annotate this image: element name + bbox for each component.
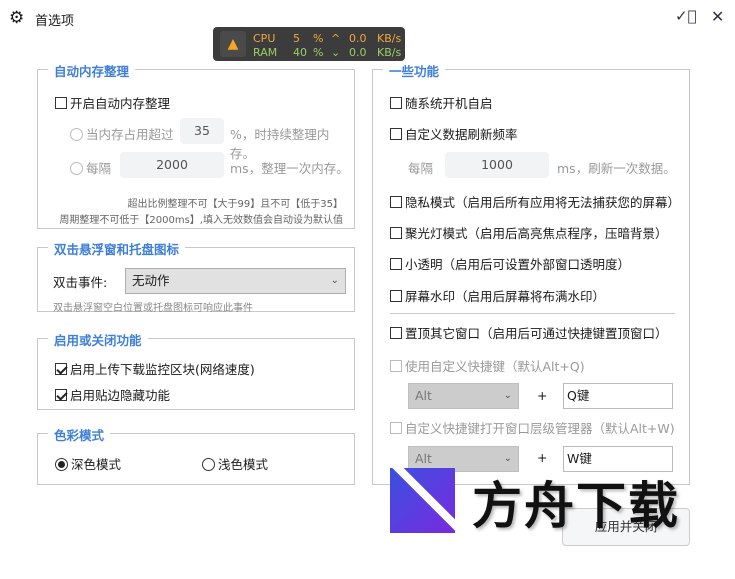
- monitor-widget: ▲ CPU 5 % ^ 0.0 KB/s RAM 40 % ⌄ 0.0 KB/s: [213, 27, 405, 61]
- label: 随系统开机自启: [405, 96, 493, 111]
- toggles-group: 启用或关闭功能 启用上传下载监控区块(网络速度) 启用贴边隐藏功能: [37, 330, 355, 410]
- label: 隐私模式（启用后所有应用将无法捕获您的屏幕）: [405, 195, 681, 210]
- memory-group: 自动内存整理 开启自动内存整理 当内存占用超过 35 %，时持续整理内存。 每隔…: [37, 61, 355, 229]
- group-title: 双击悬浮窗和托盘图标: [48, 239, 186, 258]
- watermark-logo-text: 方舟下载: [472, 477, 680, 535]
- label: 自定义数据刷新频率: [405, 127, 518, 142]
- ratio-input[interactable]: 35: [180, 118, 224, 144]
- hotkey1-key-input[interactable]: Q键: [563, 383, 673, 409]
- ratio-suffix: %，时持续整理内存。: [230, 127, 330, 161]
- interval-suffix: ms，整理一次内存。: [230, 161, 349, 176]
- selected-value: Alt: [415, 388, 432, 403]
- refresh-input[interactable]: 1000: [445, 152, 549, 178]
- plus-label: +: [537, 388, 548, 403]
- enable-memory-checkbox[interactable]: 开启自动内存整理: [55, 93, 170, 112]
- selected-value: Alt: [415, 451, 432, 466]
- edge-hide-checkbox[interactable]: 启用贴边隐藏功能: [55, 385, 170, 404]
- label: 深色模式: [71, 457, 122, 472]
- group-title: 色彩模式: [48, 425, 111, 444]
- ratio-radio[interactable]: 当内存占用超过: [70, 124, 174, 143]
- label: 启用上传下载监控区块(网络速度): [70, 362, 255, 377]
- hint-interval: 周期整理不可低于【2000ms】,填入无效数值会自动设为默认值: [59, 215, 343, 226]
- label: 启用贴边隐藏功能: [70, 388, 171, 403]
- dark-mode-radio[interactable]: 深色模式: [55, 454, 121, 473]
- chevron-down-icon: ⌄: [330, 275, 339, 286]
- label: 每隔: [86, 161, 112, 176]
- hotkey1-checkbox[interactable]: 使用自定义快捷键（默认Alt+Q): [390, 356, 585, 375]
- dblclick-label: 双击事件:: [53, 275, 108, 290]
- label: 浅色模式: [218, 457, 269, 472]
- upload-arrow-icon: ^: [331, 32, 341, 45]
- watermark-checkbox[interactable]: 屏幕水印（启用后屏幕将布满水印）: [390, 286, 605, 305]
- refresh-suffix: ms，刷新一次数据。: [557, 161, 676, 176]
- label: 屏幕水印（启用后屏幕将布满水印）: [405, 289, 606, 304]
- group-title: 自动内存整理: [48, 61, 136, 80]
- spotlight-checkbox[interactable]: 聚光灯模式（启用后高亮焦点程序，压暗背景）: [390, 223, 668, 242]
- close-icon[interactable]: ✕: [711, 7, 724, 26]
- interval-radio[interactable]: 每隔: [70, 158, 111, 177]
- download-value: 0.0: [349, 46, 367, 59]
- download-unit: KB/s: [377, 46, 402, 59]
- ram-label: RAM: [253, 46, 278, 59]
- dblclick-group: 双击悬浮窗和托盘图标 双击事件: 无动作 ⌄ 双击悬浮窗空白位置或托盘图标可响应此…: [37, 239, 355, 314]
- network-monitor-checkbox[interactable]: 启用上传下载监控区块(网络速度): [55, 359, 255, 378]
- group-title: 启用或关闭功能: [48, 330, 148, 349]
- watermark-logo-icon: [390, 468, 455, 533]
- features-group: 一些功能 随系统开机自启 自定义数据刷新频率 每隔 1000 ms，刷新一次数据…: [372, 61, 690, 485]
- download-arrow-icon: ⌄: [331, 46, 341, 59]
- label: 使用自定义快捷键（默认Alt+Q): [405, 359, 585, 374]
- dblclick-hint: 双击悬浮窗空白位置或托盘图标可响应此事件: [53, 303, 253, 314]
- label: 置顶其它窗口（启用后可通过快捷键置顶窗口）: [405, 326, 668, 341]
- transparent-checkbox[interactable]: 小透明（启用后可设置外部窗口透明度）: [390, 254, 630, 273]
- verified-badge-icon[interactable]: ✓⃝: [675, 7, 697, 25]
- interval-input[interactable]: 2000: [120, 152, 224, 178]
- label: 当内存占用超过: [86, 127, 174, 142]
- ram-value: 40: [293, 46, 307, 59]
- cpu-label: CPU: [253, 32, 276, 45]
- light-mode-radio[interactable]: 浅色模式: [202, 454, 268, 473]
- label: 开启自动内存整理: [70, 96, 171, 111]
- refresh-prefix: 每隔: [408, 161, 434, 176]
- plus-label: +: [537, 450, 548, 465]
- label: 自定义快捷键打开窗口层级管理器（默认Alt+W): [405, 421, 675, 436]
- gear-icon: ⚙: [9, 8, 25, 28]
- hotkey1-modifier-select[interactable]: Alt ⌄: [408, 383, 519, 409]
- cpu-value: 5: [293, 32, 300, 45]
- autostart-checkbox[interactable]: 随系统开机自启: [390, 93, 493, 112]
- window-title: 首选项: [35, 14, 75, 29]
- dblclick-select[interactable]: 无动作 ⌄: [125, 268, 346, 294]
- hotkey2-checkbox[interactable]: 自定义快捷键打开窗口层级管理器（默认Alt+W): [390, 418, 675, 437]
- rocket-icon[interactable]: ▲: [220, 31, 246, 57]
- ram-unit: %: [313, 46, 324, 59]
- privacy-checkbox[interactable]: 隐私模式（启用后所有应用将无法捕获您的屏幕）: [390, 192, 680, 211]
- label: 小透明（启用后可设置外部窗口透明度）: [405, 257, 631, 272]
- selected-value: 无动作: [132, 273, 170, 288]
- label: 聚光灯模式（启用后高亮焦点程序，压暗背景）: [405, 226, 668, 241]
- divider: [390, 313, 675, 314]
- color-group: 色彩模式 深色模式 浅色模式: [37, 425, 355, 485]
- cpu-unit: %: [313, 32, 324, 45]
- chevron-down-icon: ⌄: [503, 390, 512, 401]
- upload-unit: KB/s: [377, 32, 402, 45]
- group-title: 一些功能: [383, 61, 446, 80]
- hint-ratio: 超出比例整理不可【大于99】且不可【低于35】: [127, 199, 343, 210]
- topmost-checkbox[interactable]: 置顶其它窗口（启用后可通过快捷键置顶窗口）: [390, 323, 668, 342]
- upload-value: 0.0: [349, 32, 367, 45]
- refresh-checkbox[interactable]: 自定义数据刷新频率: [390, 124, 518, 143]
